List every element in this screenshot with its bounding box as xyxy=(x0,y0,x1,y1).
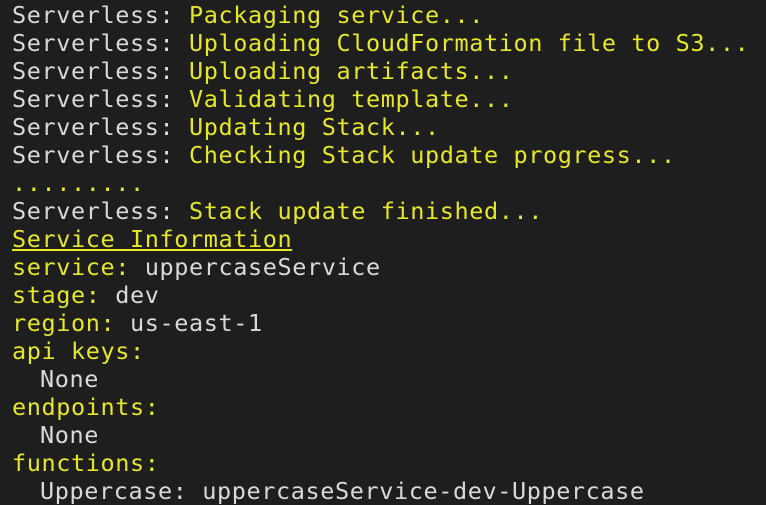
log-prefix: Serverless: xyxy=(12,113,189,141)
log-prefix: Serverless: xyxy=(12,29,189,57)
stage-row: stage: dev xyxy=(12,281,766,309)
stage-label: stage: xyxy=(12,281,101,309)
functions-label: functions: xyxy=(12,449,160,477)
log-prefix: Serverless: xyxy=(12,197,189,225)
log-message: Uploading artifacts... xyxy=(188,57,514,85)
log-prefix: Serverless: xyxy=(12,57,189,85)
log-message: Uploading CloudFormation file to S3... xyxy=(188,29,750,57)
api-keys-value: None xyxy=(40,365,99,393)
log-line-checking-progress: Serverless: Checking Stack update progre… xyxy=(12,141,766,169)
service-info-heading: Service Information xyxy=(12,225,293,253)
log-prefix: Serverless: xyxy=(12,141,189,169)
progress-dots: ......... xyxy=(12,169,145,197)
log-message: Validating template... xyxy=(188,85,514,113)
log-message: Checking Stack update progress... xyxy=(188,141,676,169)
log-line-validating: Serverless: Validating template... xyxy=(12,85,766,113)
api-keys-label: api keys: xyxy=(12,337,145,365)
stage-value: dev xyxy=(100,281,160,309)
service-value: uppercaseService xyxy=(130,253,381,281)
region-value: us-east-1 xyxy=(115,309,263,337)
function-row: Uppercase: uppercaseService-dev-Uppercas… xyxy=(12,477,766,505)
service-row: service: uppercaseService xyxy=(12,253,766,281)
log-prefix: Serverless: xyxy=(12,85,189,113)
function-value: uppercaseService-dev-Uppercase xyxy=(187,477,645,505)
service-label: service: xyxy=(12,253,130,281)
log-line-uploading-cf: Serverless: Uploading CloudFormation fil… xyxy=(12,29,766,57)
region-row: region: us-east-1 xyxy=(12,309,766,337)
log-line-uploading-artifacts: Serverless: Uploading artifacts... xyxy=(12,57,766,85)
endpoints-label: endpoints: xyxy=(12,393,160,421)
terminal-output: Serverless: Packaging service... Serverl… xyxy=(12,1,766,505)
function-name: Uppercase: xyxy=(40,477,188,505)
log-message: Packaging service... xyxy=(188,1,484,29)
log-line-packaging: Serverless: Packaging service... xyxy=(12,1,766,29)
log-prefix: Serverless: xyxy=(12,1,189,29)
region-label: region: xyxy=(12,309,116,337)
log-message: Stack update finished... xyxy=(188,197,543,225)
log-line-finished: Serverless: Stack update finished... xyxy=(12,197,766,225)
endpoints-value: None xyxy=(40,421,99,449)
log-message: Updating Stack... xyxy=(188,113,440,141)
log-line-updating-stack: Serverless: Updating Stack... xyxy=(12,113,766,141)
